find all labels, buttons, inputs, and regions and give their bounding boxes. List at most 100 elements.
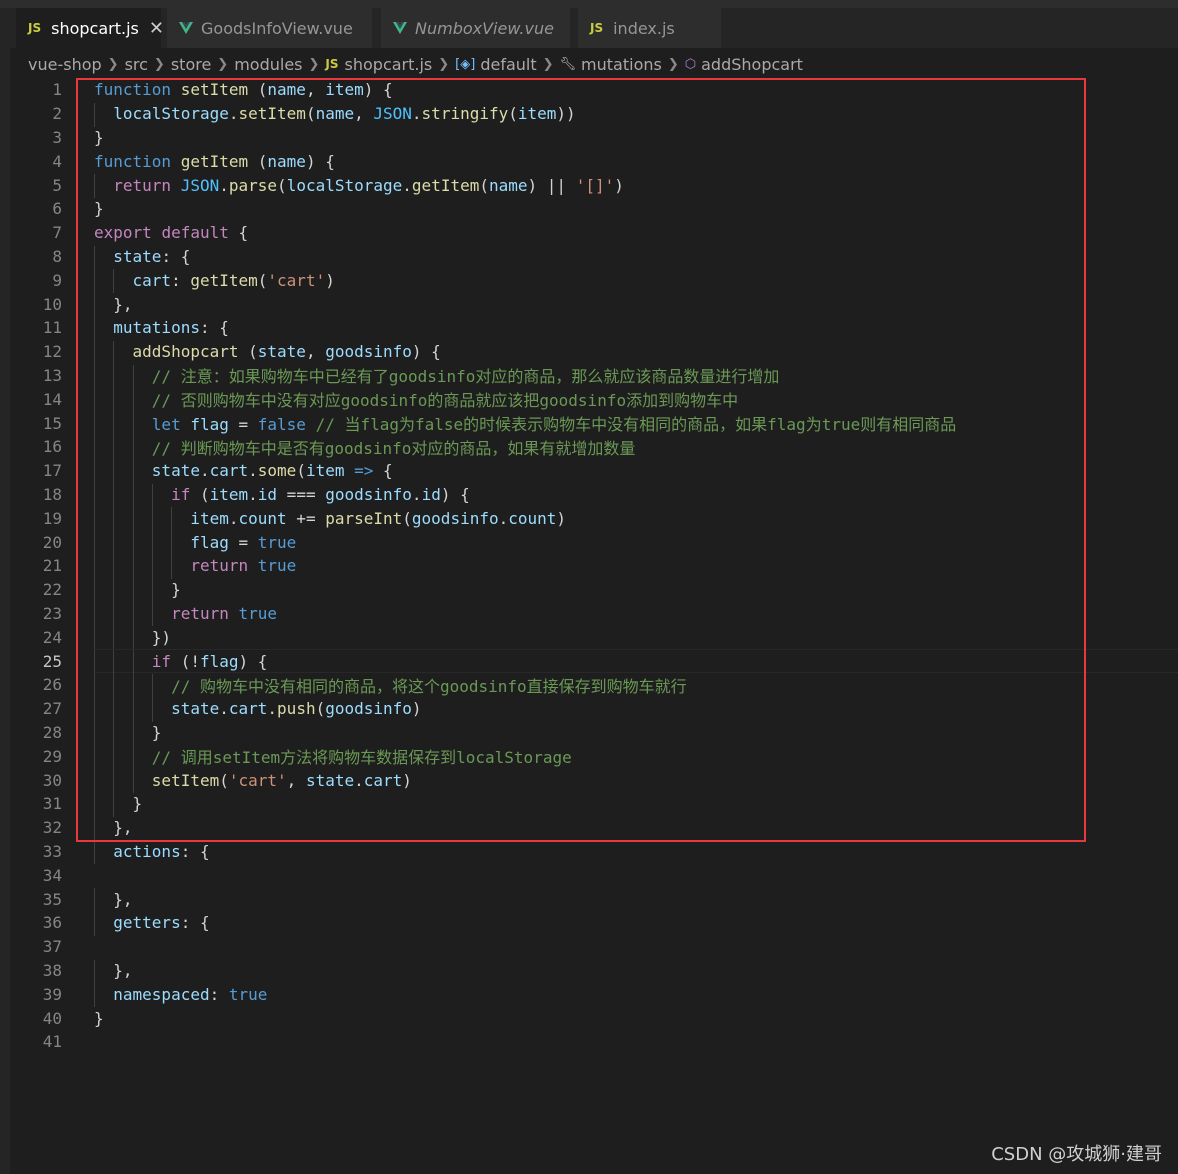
breadcrumb-item[interactable]: mutations [581,55,662,74]
breadcrumb-item[interactable]: vue-shop [28,55,102,74]
code-token: namespaced [113,984,210,1004]
line-number: 5 [52,175,62,195]
line-number: 28 [42,722,62,742]
code-token: } [94,1008,104,1028]
line-number: 33 [42,841,62,861]
line-number: 4 [52,151,62,171]
line-number: 20 [42,532,62,552]
line-number: 40 [42,1008,62,1028]
variable-symbol-icon: [◈] [455,56,476,72]
code-token: : { [180,841,210,861]
code-token: getters [113,913,181,933]
chevron-right-icon: ❯ [542,56,554,72]
line-number: 15 [42,413,62,433]
line-number: 12 [42,342,62,362]
code-line[interactable]: 40} [10,1006,1178,1030]
breadcrumb-item[interactable]: store [171,55,211,74]
chevron-right-icon: ❯ [438,56,450,72]
line-number: 10 [42,294,62,314]
line-number: 9 [52,270,62,290]
line-number: 39 [42,984,62,1004]
breadcrumb-item[interactable]: src [125,55,148,74]
close-icon[interactable]: ✕ [149,18,164,39]
code-line[interactable]: 36 getters: { [10,911,1178,935]
tab-label: shopcart.js [51,18,139,38]
method-cube-icon: ⬡ [684,56,697,72]
breadcrumb-item[interactable]: shopcart.js [345,55,433,74]
breadcrumb-item[interactable]: addShopcart [701,55,803,74]
line-number: 1 [52,80,62,100]
line-number: 3 [52,127,62,147]
code-token: }, [94,889,133,909]
code-line[interactable]: 38 }, [10,959,1178,983]
chevron-right-icon: ❯ [107,56,119,72]
wrench-icon: 🔧︎ [559,56,577,72]
line-number: 17 [42,461,62,481]
indent-guide [94,840,95,865]
line-number: 36 [42,913,62,933]
code-text: namespaced: true [94,985,267,1004]
tab-label: NumboxView.vue [415,18,554,38]
code-line[interactable]: 34 [10,863,1178,887]
line-number: 23 [42,603,62,623]
line-number: 32 [42,818,62,838]
code-line[interactable]: 39 namespaced: true [10,982,1178,1006]
chevron-right-icon: ❯ [667,56,679,72]
line-number: 8 [52,246,62,266]
chevron-right-icon: ❯ [217,56,229,72]
code-line[interactable]: 37 [10,935,1178,959]
tab-bar-top [0,0,1178,8]
code-line[interactable]: 41 [10,1030,1178,1054]
code-line[interactable]: 35 }, [10,887,1178,911]
tab-goodsinfoview-vue[interactable]: GoodsInfoView.vue [167,8,373,48]
tab-label: index.js [613,18,675,38]
tab-numboxview-vue[interactable]: NumboxView.vue [381,8,571,48]
watermark: CSDN @攻城狮·建哥 [991,1144,1162,1165]
code-token: }, [94,960,133,980]
chevron-right-icon: ❯ [153,56,165,72]
vue-file-icon [393,22,407,34]
line-number: 41 [42,1032,62,1052]
code-token: : [209,984,229,1004]
breadcrumb: vue-shop ❯ src ❯ store ❯ modules ❯ JS sh… [0,48,1178,80]
left-gutter-strip [0,48,10,1174]
line-number: 34 [42,865,62,885]
tab-index-js[interactable]: JS index.js [578,8,722,48]
indent-guide [94,983,95,1008]
code-line[interactable]: 33 actions: { [10,840,1178,864]
line-number: 14 [42,389,62,409]
code-token: actions [113,841,181,861]
line-number: 16 [42,437,62,457]
line-number: 18 [42,484,62,504]
tab-bar: JS shopcart.js ✕ GoodsInfoView.vue Numbo… [0,0,1178,48]
line-number: 31 [42,794,62,814]
line-number: 6 [52,199,62,219]
code-token: true [228,984,268,1004]
tab-label: GoodsInfoView.vue [201,18,353,38]
line-number: 26 [42,675,62,695]
breadcrumb-item[interactable]: modules [234,55,302,74]
line-number: 25 [42,651,62,671]
vue-file-icon [179,22,193,34]
line-number: 13 [42,365,62,385]
js-file-icon: JS [325,57,339,71]
line-number: 27 [42,699,62,719]
code-text: }, [94,889,133,909]
line-number: 22 [42,580,62,600]
code-text: }, [94,960,133,980]
line-number: 21 [42,556,62,576]
line-number: 35 [42,889,62,909]
red-highlight-box [76,78,1086,842]
breadcrumb-item[interactable]: default [480,55,536,74]
code-text: actions: { [94,841,210,861]
line-number: 37 [42,937,62,957]
tab-shopcart-js[interactable]: JS shopcart.js ✕ [16,8,164,48]
js-file-icon: JS [28,21,42,35]
line-number: 2 [52,104,62,124]
code-text: getters: { [94,913,209,933]
code-text: } [94,1009,104,1028]
line-number: 7 [52,223,62,243]
